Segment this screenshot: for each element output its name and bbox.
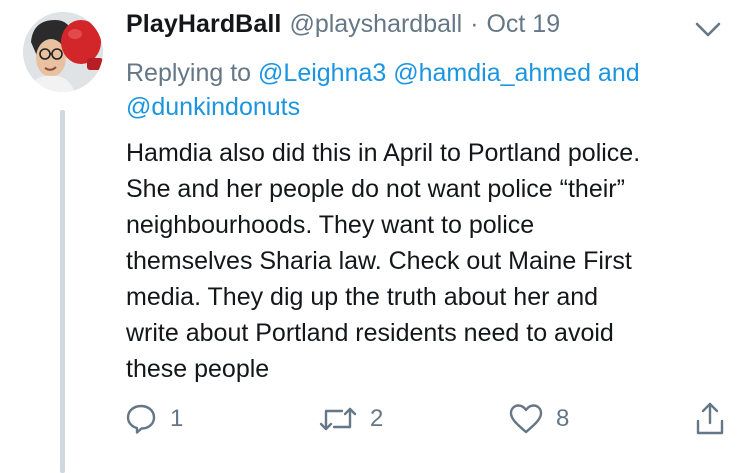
tweet-text-line: Hamdia also did this in April to Portlan… [126,139,641,167]
avatar-image [23,12,103,92]
separator-dot: · [470,10,479,38]
retweet-button[interactable]: 2 [318,402,383,436]
mention-joiner: and [597,59,640,87]
tweet-text-line: these people [126,355,270,383]
tweet-text-line: She and her people do not want police “t… [126,175,625,203]
tweet-text-line: themselves Sharia law. Check out Maine F… [126,247,632,275]
display-name[interactable]: PlayHardBall [126,10,281,39]
avatar[interactable] [23,12,103,92]
tweet-text-line: write about Portland residents need to a… [126,319,614,347]
reply-icon [126,404,156,434]
thread-line [60,110,65,473]
replying-to: Replying to @Leighna3 @hamdia_ahmed and … [126,56,726,124]
mention-link[interactable]: @hamdia_ahmed [393,59,591,87]
tweet-date[interactable]: Oct 19 [486,10,560,39]
tweet-header: PlayHardBall @playshardball · Oct 19 [126,10,560,46]
like-count: 8 [556,405,570,432]
share-icon [696,402,724,435]
like-button[interactable]: 8 [508,402,569,436]
retweet-icon [319,407,357,431]
tweet-text-line: media. They dig up the truth about her a… [126,283,599,311]
heart-icon [509,404,543,434]
reply-button[interactable]: 1 [124,402,183,436]
share-button[interactable] [694,402,726,436]
mention-link[interactable]: @Leighna3 [258,59,386,87]
retweet-count: 2 [370,405,384,432]
tweet-text: Hamdia also did this in April to Portlan… [126,135,736,387]
mention-link[interactable]: @dunkindonuts [126,93,300,121]
reply-count: 1 [170,405,184,432]
user-handle[interactable]: @playshardball [289,10,462,39]
tweet-text-line: neighbourhoods. They want to police [126,211,535,239]
chevron-down-icon[interactable] [690,14,726,44]
replying-prefix: Replying to [126,59,252,87]
